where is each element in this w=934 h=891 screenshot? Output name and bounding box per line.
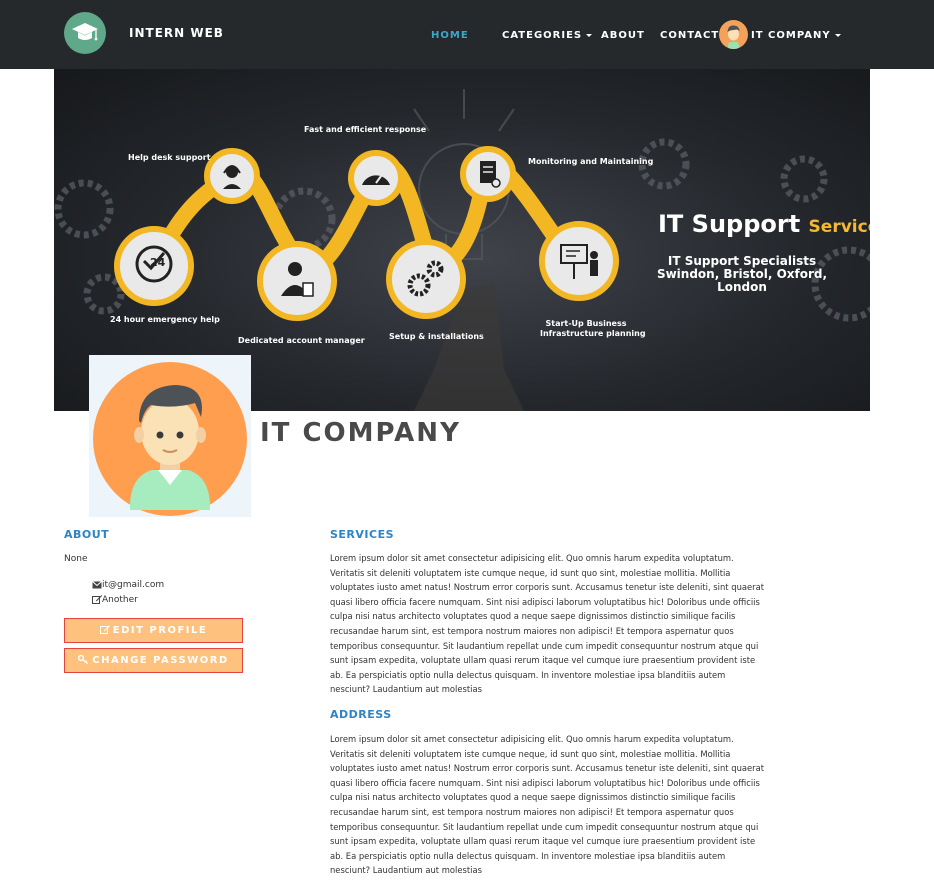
nav-home[interactable]: HOME (431, 30, 469, 41)
note-row: Another (92, 595, 138, 605)
change-password-label: CHANGE PASSWORD (92, 655, 229, 666)
banner-badge-24: 24 (150, 256, 166, 269)
banner-label-startup: Start-Up Business Infrastructure plannin… (540, 319, 646, 339)
address-text: Lorem ipsum dolor sit amet consectetur a… (330, 734, 765, 876)
graduation-cap-icon[interactable] (64, 12, 106, 54)
banner-label-fast: Fast and efficient response (304, 125, 427, 134)
nav-contact[interactable]: CONTACT (660, 30, 719, 41)
chevron-down-icon (586, 33, 593, 37)
avatar[interactable] (719, 20, 748, 49)
banner-label-monitoring: Monitoring and Maintaining (528, 157, 654, 166)
banner-label-startup-line1: Start-Up Business (545, 319, 627, 328)
edit-profile-label: EDIT PROFILE (112, 625, 208, 636)
banner-title-accent: Services (808, 217, 870, 237)
banner-label-startup-line2: Infrastructure planning (540, 329, 646, 338)
banner-label-dedicated: Dedicated account manager (238, 336, 365, 345)
banner-label-emergency: 24 hour emergency help (110, 315, 220, 324)
services-heading: SERVICES (330, 528, 395, 541)
nav-categories[interactable]: CATEGORIES (502, 30, 593, 41)
profile-picture (89, 355, 251, 517)
about-text: None (64, 554, 88, 564)
navbar: INTERN WEB HOME CATEGORIES ABOUT CONTACT… (0, 0, 934, 69)
about-heading: ABOUT (64, 528, 110, 541)
envelope-icon (92, 580, 102, 588)
banner-title: IT Support Services (658, 210, 870, 238)
company-title: IT COMPANY (260, 418, 461, 448)
banner-subtitle: IT Support Specialists Swindon, Bristol,… (644, 255, 840, 294)
nav-user-menu[interactable]: IT COMPANY (751, 30, 841, 41)
banner-subtitle-line2: Swindon, Bristol, Oxford, London (656, 267, 828, 294)
chevron-down-icon (834, 33, 841, 37)
address-heading: ADDRESS (330, 708, 392, 721)
nav-about[interactable]: ABOUT (601, 30, 645, 41)
change-password-button[interactable]: CHANGE PASSWORD (64, 648, 243, 673)
banner-label-setup: Setup & installations (389, 332, 484, 341)
banner-title-main: IT Support (658, 210, 801, 238)
nav-categories-label: CATEGORIES (502, 30, 583, 41)
services-text: Lorem ipsum dolor sit amet consectetur a… (330, 553, 765, 695)
edit-icon (99, 625, 110, 634)
key-icon (78, 654, 89, 665)
banner-label-help-desk: Help desk support (128, 153, 211, 162)
nav-user-label: IT COMPANY (751, 30, 831, 41)
brand-name[interactable]: INTERN WEB (129, 26, 224, 40)
email-value: it@gmail.com (102, 580, 165, 590)
email-row: it@gmail.com (92, 580, 164, 590)
edit-icon (92, 595, 102, 604)
note-value: Another (102, 595, 138, 605)
edit-profile-button[interactable]: EDIT PROFILE (64, 618, 243, 643)
